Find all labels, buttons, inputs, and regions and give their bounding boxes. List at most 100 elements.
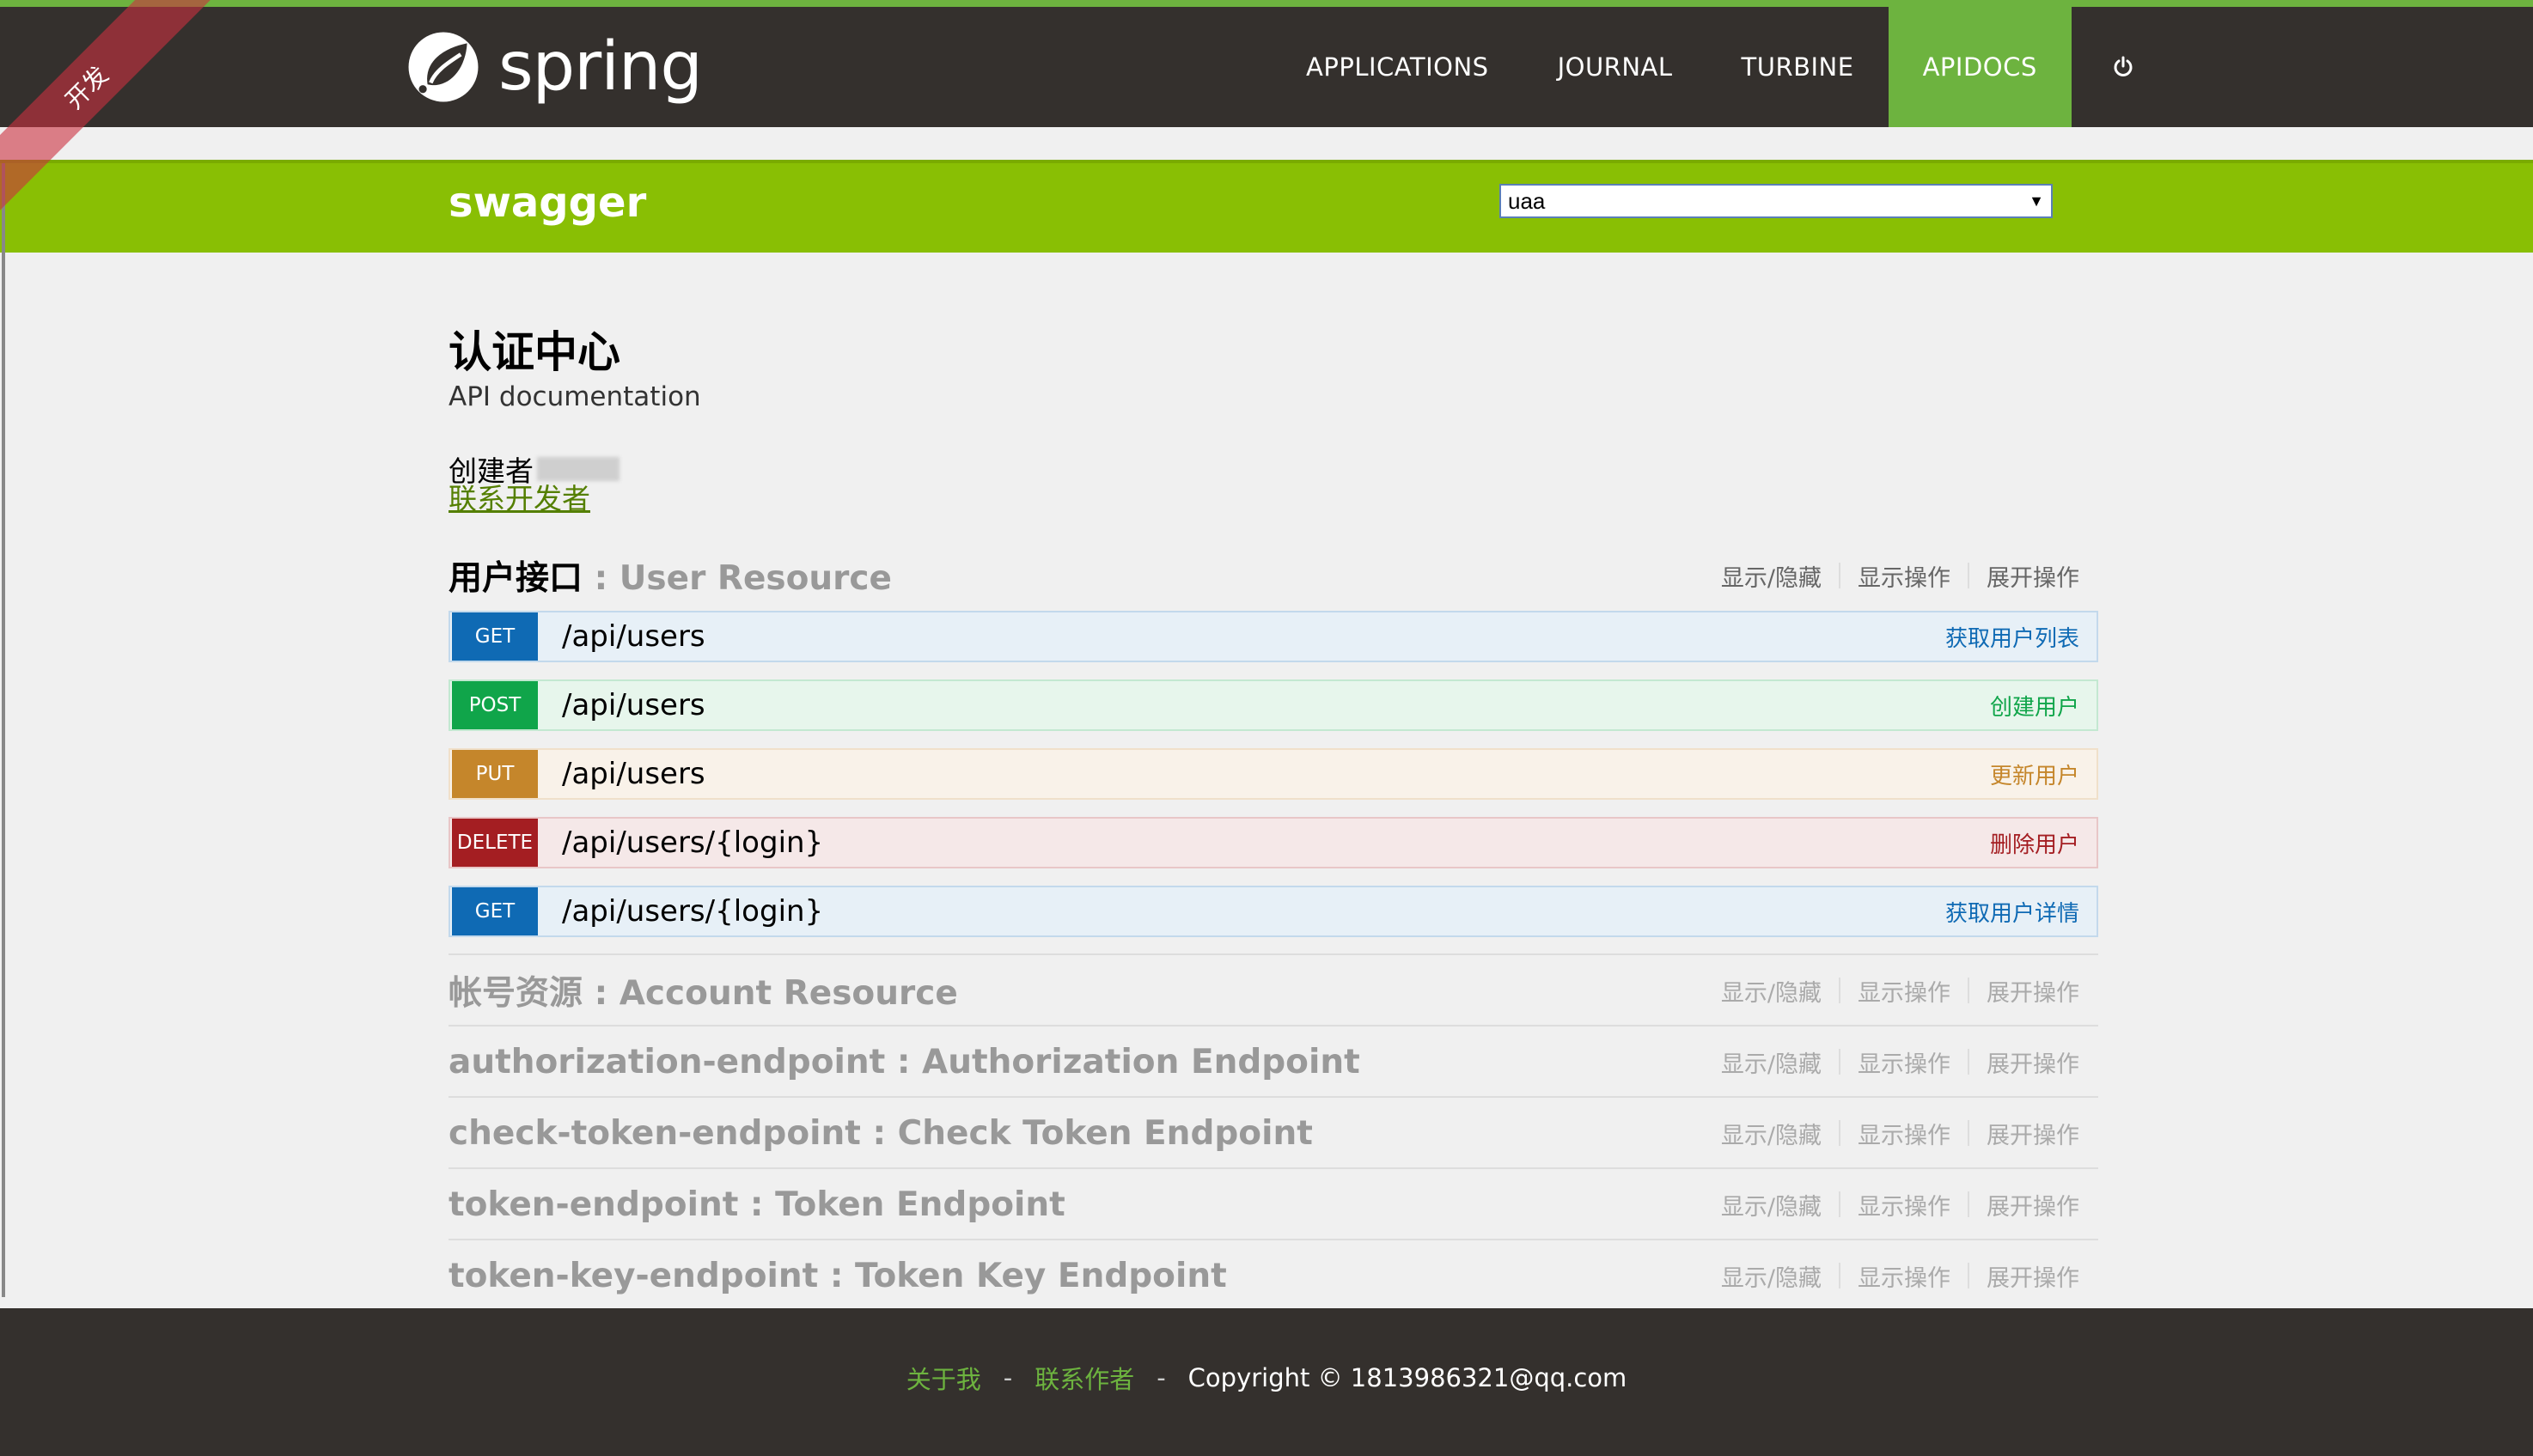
footer: 关于我 - 联系作者 - Copyright © 1813986321@qq.c… xyxy=(0,1308,2533,1456)
list-operations-button[interactable]: 显示操作 xyxy=(1858,1259,1950,1293)
separator xyxy=(1968,1263,1969,1288)
separator xyxy=(1968,1120,1969,1146)
footer-links: 关于我 - 联系作者 - Copyright © 1813986321@qq.c… xyxy=(0,1360,2533,1396)
toggle-resource-button[interactable]: 显示/隐藏 xyxy=(1721,974,1822,1008)
operation-get-users[interactable]: GET /api/users 获取用户列表 xyxy=(449,611,2098,662)
nav-apidocs[interactable]: APIDOCS xyxy=(1888,7,2072,127)
operation-get-user[interactable]: GET /api/users/{login} 获取用户详情 xyxy=(449,886,2098,937)
operation-post-users[interactable]: POST /api/users 创建用户 xyxy=(449,679,2098,731)
resource-actions: 显示/隐藏 显示操作 展开操作 xyxy=(1721,1188,2079,1221)
list-operations-button[interactable]: 显示操作 xyxy=(1858,559,1950,593)
resource-authorization-endpoint[interactable]: authorization-endpoint : Authorization E… xyxy=(449,1036,2098,1087)
method-badge: POST xyxy=(452,681,538,729)
operation-path[interactable]: /api/users xyxy=(562,619,1945,654)
resource-divider xyxy=(449,1167,2098,1169)
toggle-resource-button[interactable]: 显示/隐藏 xyxy=(1721,559,1822,593)
operation-path[interactable]: /api/users/{login} xyxy=(562,825,1990,860)
resource-actions: 显示/隐藏 显示操作 展开操作 xyxy=(1721,1259,2079,1293)
api-description: API documentation xyxy=(449,381,701,412)
operation-summary[interactable]: 删除用户 xyxy=(1990,827,2079,859)
separator xyxy=(1839,1049,1840,1075)
operation-path[interactable]: /api/users xyxy=(562,757,1990,791)
contact-developer-link[interactable]: 联系开发者 xyxy=(449,476,590,517)
resource-check-token-endpoint[interactable]: check-token-endpoint : Check Token Endpo… xyxy=(449,1107,2098,1159)
operation-delete-user[interactable]: DELETE /api/users/{login} 删除用户 xyxy=(449,817,2098,868)
resource-token-key-endpoint[interactable]: token-key-endpoint : Token Key Endpoint … xyxy=(449,1250,2098,1301)
toggle-resource-button[interactable]: 显示/隐藏 xyxy=(1721,1259,1822,1293)
expand-operations-button[interactable]: 展开操作 xyxy=(1987,1188,2079,1221)
operation-summary[interactable]: 获取用户列表 xyxy=(1945,621,2079,653)
expand-operations-button[interactable]: 展开操作 xyxy=(1987,559,2079,593)
resource-account[interactable]: 帐号资源 : Account Resource 显示/隐藏 显示操作 展开操作 xyxy=(449,965,2098,1016)
resource-name[interactable]: check-token-endpoint : Check Token Endpo… xyxy=(449,1114,1313,1153)
api-spec-select[interactable]: uaa ▼ xyxy=(1499,184,2053,218)
list-operations-button[interactable]: 显示操作 xyxy=(1858,1045,1950,1079)
expand-operations-button[interactable]: 展开操作 xyxy=(1987,974,2079,1008)
about-me-link[interactable]: 关于我 xyxy=(906,1360,981,1396)
separator xyxy=(1839,1120,1840,1146)
operation-put-users[interactable]: PUT /api/users 更新用户 xyxy=(449,748,2098,800)
main-nav: APPLICATIONS JOURNAL TURBINE APIDOCS xyxy=(1272,7,2175,127)
nav-turbine[interactable]: TURBINE xyxy=(1707,7,1889,127)
expand-operations-button[interactable]: 展开操作 xyxy=(1987,1045,2079,1079)
top-accent-bar xyxy=(0,0,2533,7)
operation-summary[interactable]: 更新用户 xyxy=(1990,758,2079,790)
separator xyxy=(1839,1191,1840,1217)
operation-summary[interactable]: 创建用户 xyxy=(1990,690,2079,722)
nav-applications[interactable]: APPLICATIONS xyxy=(1272,7,1523,127)
list-operations-button[interactable]: 显示操作 xyxy=(1858,1117,1950,1150)
expand-operations-button[interactable]: 展开操作 xyxy=(1987,1117,2079,1150)
method-badge: GET xyxy=(452,612,538,661)
resource-name[interactable]: authorization-endpoint : Authorization E… xyxy=(449,1043,1360,1081)
toggle-resource-button[interactable]: 显示/隐藏 xyxy=(1721,1117,1822,1150)
resource-divider xyxy=(449,1096,2098,1098)
api-spec-select-value: uaa xyxy=(1508,187,1546,214)
brand[interactable]: spring xyxy=(404,26,703,108)
contact-author-link[interactable]: 联系作者 xyxy=(1035,1360,1134,1396)
select-arrow-icon: ▼ xyxy=(2029,192,2044,210)
resource-name[interactable]: 帐号资源 : Account Resource xyxy=(449,966,958,1014)
separator xyxy=(1968,978,1969,1003)
operation-summary[interactable]: 获取用户详情 xyxy=(1945,896,2079,928)
resource-actions: 显示/隐藏 显示操作 展开操作 xyxy=(1721,1045,2079,1079)
separator xyxy=(1839,978,1840,1003)
left-border xyxy=(2,163,5,1297)
resource-actions: 显示/隐藏 显示操作 展开操作 xyxy=(1721,1117,2079,1150)
brand-name: spring xyxy=(498,28,703,106)
resource-name[interactable]: 用户接口 : User Resource xyxy=(449,551,892,600)
resource-user[interactable]: 用户接口 : User Resource 显示/隐藏 显示操作 展开操作 xyxy=(449,550,2098,601)
separator xyxy=(1839,563,1840,588)
list-operations-button[interactable]: 显示操作 xyxy=(1858,974,1950,1008)
nav-journal[interactable]: JOURNAL xyxy=(1523,7,1707,127)
toggle-resource-button[interactable]: 显示/隐藏 xyxy=(1721,1188,1822,1221)
toggle-resource-button[interactable]: 显示/隐藏 xyxy=(1721,1045,1822,1079)
method-badge: DELETE xyxy=(452,819,538,867)
resource-name[interactable]: token-endpoint : Token Endpoint xyxy=(449,1185,1065,1224)
separator xyxy=(1968,1049,1969,1075)
footer-separator: - xyxy=(1157,1363,1166,1392)
power-icon xyxy=(2114,56,2133,76)
resource-actions: 显示/隐藏 显示操作 展开操作 xyxy=(1721,974,2079,1008)
navbar: spring APPLICATIONS JOURNAL TURBINE APID… xyxy=(0,7,2533,127)
resource-token-endpoint[interactable]: token-endpoint : Token Endpoint 显示/隐藏 显示… xyxy=(449,1179,2098,1230)
swagger-logo[interactable]: swagger xyxy=(449,179,646,227)
operation-path[interactable]: /api/users xyxy=(562,688,1990,722)
resource-name[interactable]: token-key-endpoint : Token Key Endpoint xyxy=(449,1257,1227,1295)
swagger-header: swagger uaa ▼ xyxy=(0,160,2533,253)
list-operations-button[interactable]: 显示操作 xyxy=(1858,1188,1950,1221)
resource-divider xyxy=(449,1025,2098,1027)
copyright-text: Copyright © 1813986321@qq.com xyxy=(1187,1363,1627,1392)
resource-divider xyxy=(449,1239,2098,1240)
resource-actions: 显示/隐藏 显示操作 展开操作 xyxy=(1721,559,2079,593)
method-badge: PUT xyxy=(452,750,538,798)
method-badge: GET xyxy=(452,887,538,935)
separator xyxy=(1968,1191,1969,1217)
resource-divider xyxy=(449,953,2098,955)
separator xyxy=(1839,1263,1840,1288)
logout-button[interactable] xyxy=(2072,7,2175,127)
separator xyxy=(1968,563,1969,588)
footer-separator: - xyxy=(1003,1363,1013,1392)
expand-operations-button[interactable]: 展开操作 xyxy=(1987,1259,2079,1293)
operation-path[interactable]: /api/users/{login} xyxy=(562,894,1945,929)
api-title: 认证中心 xyxy=(449,327,620,377)
